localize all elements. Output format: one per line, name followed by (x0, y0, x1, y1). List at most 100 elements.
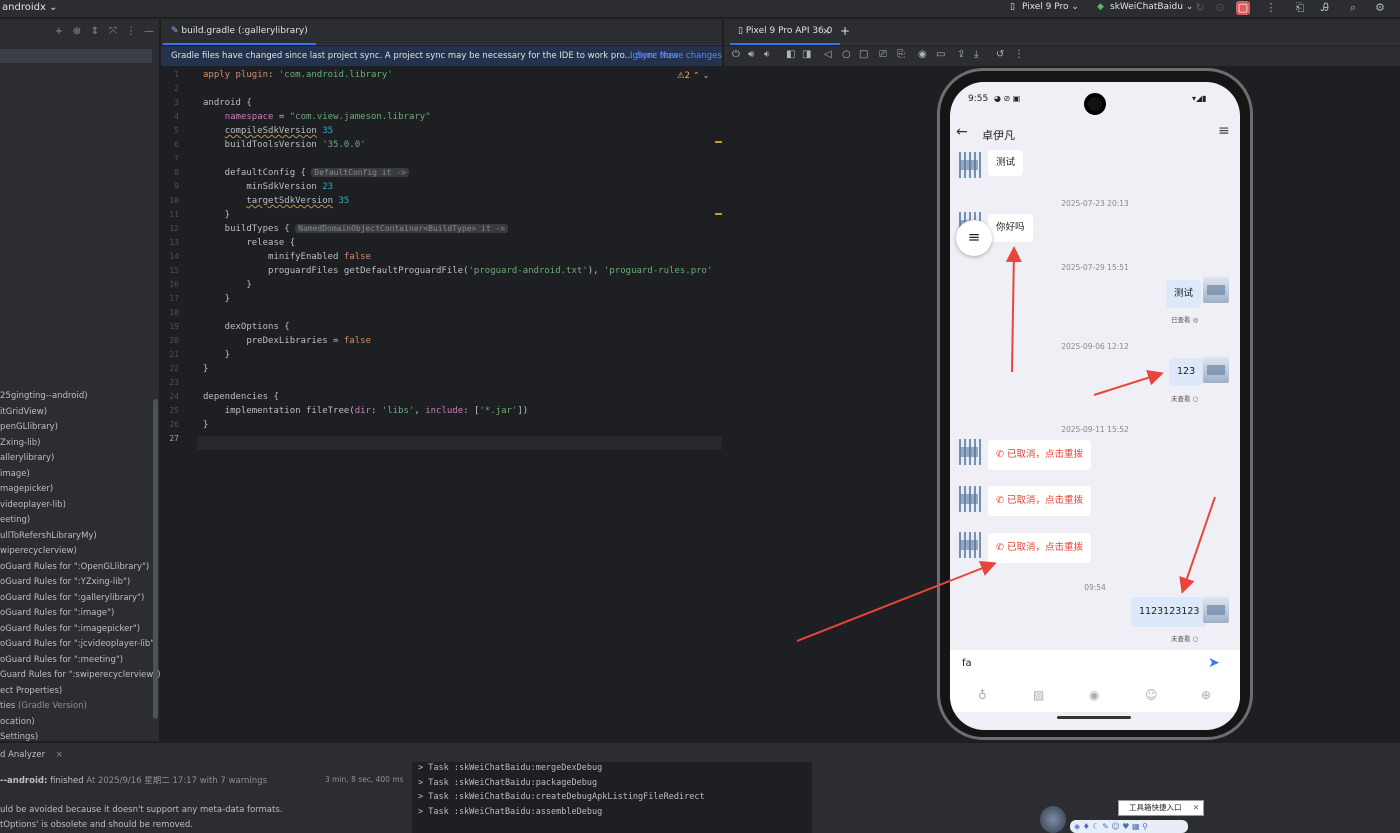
fold-icon[interactable]: ⎚ (879, 49, 887, 60)
build-status-row[interactable]: --android: finished At 2025/9/16 星期二 17:… (0, 774, 267, 786)
home-icon[interactable]: ○ (842, 49, 851, 60)
export-icon[interactable]: ⇪ (957, 49, 965, 60)
message-bubble-sent[interactable]: 1123123123 (1131, 597, 1208, 627)
self-avatar[interactable] (1203, 277, 1229, 303)
tab-build-gradle[interactable]: ✎ build.gradle (:gallerylibrary) (163, 19, 316, 45)
tree-item[interactable]: ties (Gradle Version) (0, 699, 87, 714)
build-analyzer-tab[interactable]: d Analyzer × (0, 750, 63, 760)
back-arrow-icon[interactable]: ← (956, 124, 968, 140)
message-bubble-sent[interactable]: 123 (1169, 358, 1204, 386)
code-line[interactable]: apply plugin: 'com.android.library' (203, 68, 393, 82)
tree-item[interactable]: videoplayer-lib) (0, 498, 66, 513)
assistant-avatar[interactable] (1040, 806, 1066, 833)
message-bubble-sent[interactable]: 测试 (1166, 280, 1202, 308)
code-line[interactable]: defaultConfig { DefaultConfig it -> (203, 166, 409, 180)
camera-icon[interactable]: ◉ (1089, 688, 1099, 702)
overview-icon[interactable]: □ (859, 49, 868, 60)
volume-up-icon[interactable]: 🔊︎ (748, 49, 754, 60)
download-icon[interactable]: ⤓ (974, 49, 978, 60)
build-warning[interactable]: tOptions' is obsolete and should be remo… (0, 820, 193, 830)
code-line[interactable]: compileSdkVersion 35 (203, 124, 333, 138)
tree-item[interactable]: wiperecyclerview) (0, 544, 77, 559)
message-input[interactable]: fa (962, 658, 972, 669)
contact-avatar[interactable] (956, 532, 982, 558)
warning-marker[interactable] (715, 141, 722, 143)
code-line[interactable]: targetSdkVersion 35 (203, 194, 349, 208)
device-manager-icon[interactable]: ⎗ (1293, 1, 1307, 15)
cancelled-call-bubble[interactable]: ✆ 已取消，点击重拨 (988, 440, 1091, 470)
close-tab-icon[interactable]: × (822, 26, 830, 37)
screen-record-icon[interactable]: ▭ (936, 49, 945, 60)
tree-item[interactable]: Zxing-lib) (0, 436, 41, 451)
locate-icon[interactable]: ⊕ (68, 26, 86, 37)
minimize-icon[interactable]: — (140, 26, 158, 37)
code-line[interactable]: } (203, 348, 230, 362)
build-task-line[interactable]: > Task :skWeiChatBaidu:assembleDebug (418, 807, 602, 817)
contact-avatar[interactable] (956, 152, 982, 178)
power-icon[interactable]: ⏻ (732, 49, 740, 60)
rerun-icon[interactable]: ↻ (1193, 1, 1207, 15)
run-config-selector[interactable]: skWeiChatBaidu ⌄ (1110, 2, 1193, 12)
microphone-icon[interactable]: ♁ (978, 688, 987, 702)
code-line[interactable]: } (203, 278, 251, 292)
emoji-icon[interactable]: ☺ (1145, 688, 1158, 702)
warning-marker[interactable] (715, 213, 722, 215)
snapshot-icon[interactable]: ⎘ (897, 49, 905, 60)
code-line[interactable]: dexOptions { (203, 320, 290, 334)
warnings-indicator[interactable]: ⚠2 ⌃ ⌄ (677, 71, 710, 81)
add-device-icon[interactable]: + (840, 24, 850, 38)
tree-item[interactable]: ect Properties) (0, 684, 62, 699)
code-line[interactable]: implementation fileTree(dir: 'libs', inc… (203, 404, 529, 418)
tree-item[interactable]: Guard Rules for ":swiperecyclerview") (0, 668, 161, 683)
build-task-line[interactable]: > Task :skWeiChatBaidu:createDebugApkLis… (418, 792, 705, 802)
settings-icon[interactable]: ⚙ (1373, 1, 1387, 15)
tree-item[interactable]: oGuard Rules for ":YZxing-lib") (0, 575, 130, 590)
project-scrollbar[interactable] (153, 399, 158, 719)
selected-tree-row[interactable] (0, 49, 152, 63)
more-icon[interactable]: ⋮ (1014, 49, 1024, 60)
home-indicator[interactable] (1057, 716, 1131, 719)
contact-avatar[interactable] (956, 486, 982, 512)
code-line[interactable]: } (203, 292, 230, 306)
code-line[interactable]: namespace = "com.view.jameson.library" (203, 110, 431, 124)
collapse-icon[interactable]: ⤧ (104, 26, 122, 37)
tree-item[interactable]: oGuard Rules for ":meeting") (0, 653, 123, 668)
rotate-left-icon[interactable]: ◧ (786, 49, 795, 60)
stop-button[interactable]: ▢ (1236, 1, 1250, 15)
tree-item[interactable]: itGridView) (0, 405, 47, 420)
rotate-right-icon[interactable]: ◨ (802, 49, 811, 60)
code-line[interactable]: android { (203, 96, 252, 110)
image-icon[interactable]: ▨ (1033, 688, 1044, 702)
tree-item[interactable]: ocation) (0, 715, 35, 730)
assistant-toolbar-icons[interactable]: ◈ ♦ ☾ ✎ ☺ ♥ ▦ ⚲ (1070, 820, 1188, 833)
reset-icon[interactable]: ↺ (996, 49, 1004, 60)
plus-icon[interactable]: ⊕ (1201, 688, 1211, 702)
project-selector[interactable]: androidx ⌄ (2, 2, 57, 13)
tree-item[interactable]: oGuard Rules for ":jcvideoplayer-lib") (0, 637, 157, 652)
tree-item[interactable]: allerylibrary) (0, 451, 54, 466)
code-line[interactable]: buildToolsVersion '35.0.0' (203, 138, 366, 152)
tree-item[interactable]: penGLlibrary) (0, 420, 58, 435)
code-line[interactable]: proguardFiles getDefaultProguardFile('pr… (203, 264, 712, 278)
tree-item[interactable]: eeting) (0, 513, 30, 528)
code-line[interactable]: buildTypes { NamedDomainObjectContainer<… (203, 222, 509, 236)
search-icon[interactable]: ⌕ (1346, 1, 1360, 15)
tree-item[interactable]: oGuard Rules for ":OpenGLlibrary") (0, 560, 149, 575)
tree-item[interactable]: oGuard Rules for ":imagepicker") (0, 622, 140, 637)
tree-item[interactable]: 25gingting--android) (0, 389, 88, 404)
self-avatar[interactable] (1203, 597, 1229, 623)
build-warning[interactable]: uld be avoided because it doesn't suppor… (0, 805, 282, 815)
code-line[interactable]: preDexLibraries = false (203, 334, 371, 348)
chat-menu-icon[interactable]: ≡ (1218, 123, 1230, 139)
code-line[interactable]: minSdkVersion 23 (203, 180, 333, 194)
contact-avatar[interactable] (956, 439, 982, 465)
ignore-changes-link[interactable]: Ignore these changes (630, 46, 722, 66)
screenshot-icon[interactable]: ◉ (918, 49, 927, 60)
tooltip-close-icon[interactable]: ✕ (1193, 801, 1199, 815)
more-icon[interactable]: ⋮ (1264, 1, 1278, 15)
self-avatar[interactable] (1203, 357, 1229, 383)
code-line[interactable]: dependencies { (203, 390, 279, 404)
tree-item[interactable]: oGuard Rules for ":gallerylibrary") (0, 591, 144, 606)
options-icon[interactable]: ⋮ (122, 26, 140, 37)
tree-item[interactable]: image) (0, 467, 30, 482)
